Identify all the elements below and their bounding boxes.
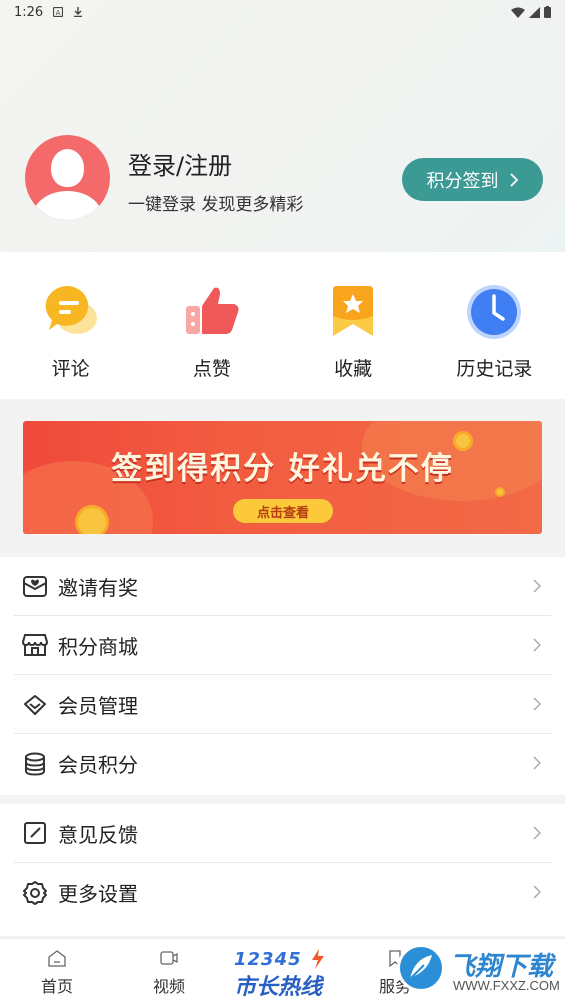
watermark-logo <box>397 944 445 992</box>
menu-item-feedback[interactable]: 意见反馈 <box>14 804 551 863</box>
quick-action-like[interactable]: 点赞 <box>141 252 282 399</box>
nav-video-label: 视频 <box>152 977 185 996</box>
signin-button-label: 积分签到 <box>426 170 499 192</box>
chevron-right-icon <box>533 826 541 840</box>
store-icon <box>22 634 48 656</box>
coin-decoration <box>75 505 109 534</box>
thumbs-up-icon <box>185 287 239 334</box>
status-time: 1:26 <box>14 4 44 20</box>
lightning-icon <box>312 949 324 969</box>
diamond-icon <box>24 695 46 715</box>
menu-item-label: 积分商城 <box>58 634 138 659</box>
site-watermark: 飞翔下载 WWW.FXXZ.COM <box>395 940 560 1002</box>
watermark-url: WWW.FXXZ.COM <box>453 978 560 993</box>
chevron-right-icon <box>533 579 541 593</box>
signal-icon <box>529 6 540 18</box>
banner-title: 签到得积分 好礼兑不停 <box>111 451 454 487</box>
avatar[interactable] <box>25 135 110 220</box>
menu-item-label: 会员积分 <box>58 753 138 777</box>
menu-item-member-points[interactable]: 会员积分 <box>14 734 551 793</box>
hotline-number: 12345 <box>234 949 302 970</box>
menu-item-label: 更多设置 <box>58 882 138 906</box>
svg-text:A: A <box>56 9 61 17</box>
clock-icon <box>467 285 522 339</box>
nav-home-label: 首页 <box>40 977 73 996</box>
coin-decoration <box>495 487 505 497</box>
menu-group-1: 邀请有奖 积分商城 会员管理 会员积分 <box>0 557 565 795</box>
banner-section: 签到得积分 好礼兑不停 点击查看 <box>0 399 565 556</box>
banner-view-button[interactable]: 点击查看 <box>233 499 333 523</box>
profile-header: 1:26 A 登录/注册 一键登录 发现更多精彩 积分签到 <box>0 0 565 252</box>
gear-icon <box>23 880 47 905</box>
login-subtitle: 一键登录 发现更多精彩 <box>128 195 304 215</box>
coin-stack-icon <box>25 752 45 776</box>
comment-bubble-icon <box>45 285 97 334</box>
chevron-right-icon <box>533 885 541 899</box>
chevron-right-icon <box>533 638 541 652</box>
quick-action-label: 评论 <box>51 358 90 380</box>
nav-video[interactable]: 视频 <box>124 939 214 1004</box>
quick-action-favorite[interactable]: 收藏 <box>283 252 424 399</box>
edit-square-icon <box>24 822 46 844</box>
menu-item-settings[interactable]: 更多设置 <box>14 863 551 922</box>
quick-action-label: 点赞 <box>192 358 231 380</box>
chevron-right-icon <box>533 697 541 711</box>
quick-actions: 评论 点赞 收藏 历史记录 <box>0 252 565 399</box>
chevron-right-icon <box>509 172 518 187</box>
menu-item-label: 意见反馈 <box>58 822 138 847</box>
gift-envelope-icon <box>23 576 47 597</box>
video-icon <box>160 951 178 965</box>
battery-icon <box>544 6 551 18</box>
download-icon <box>74 7 83 17</box>
hotline-text: 市长热线 <box>234 975 323 1000</box>
nav-home[interactable]: 首页 <box>12 939 102 1004</box>
bookmark-star-icon <box>333 286 374 336</box>
menu-item-invite[interactable]: 邀请有奖 <box>14 557 551 616</box>
menu-item-label: 会员管理 <box>58 693 138 718</box>
quick-action-history[interactable]: 历史记录 <box>424 252 565 399</box>
status-bar: 1:26 A <box>0 0 565 24</box>
chevron-right-icon <box>533 756 541 770</box>
feather-logo-icon <box>409 955 432 980</box>
notification-a-icon: A <box>53 7 64 17</box>
wifi-icon <box>511 7 525 18</box>
quick-action-label: 收藏 <box>334 358 373 380</box>
home-icon <box>48 950 66 967</box>
signin-promo-banner[interactable]: 签到得积分 好礼兑不停 点击查看 <box>23 421 542 534</box>
menu-item-label: 邀请有奖 <box>58 575 138 600</box>
points-signin-button[interactable]: 积分签到 <box>402 158 543 201</box>
quick-action-comment[interactable]: 评论 <box>0 252 141 399</box>
login-register-link[interactable]: 登录/注册 <box>128 146 232 181</box>
quick-action-label: 历史记录 <box>456 358 533 380</box>
menu-item-points-mall[interactable]: 积分商城 <box>14 616 551 675</box>
menu-group-2: 意见反馈 更多设置 <box>0 804 565 936</box>
menu-item-member-management[interactable]: 会员管理 <box>14 675 551 734</box>
nav-mayor-hotline[interactable]: 12345 市长热线 <box>228 947 348 1000</box>
